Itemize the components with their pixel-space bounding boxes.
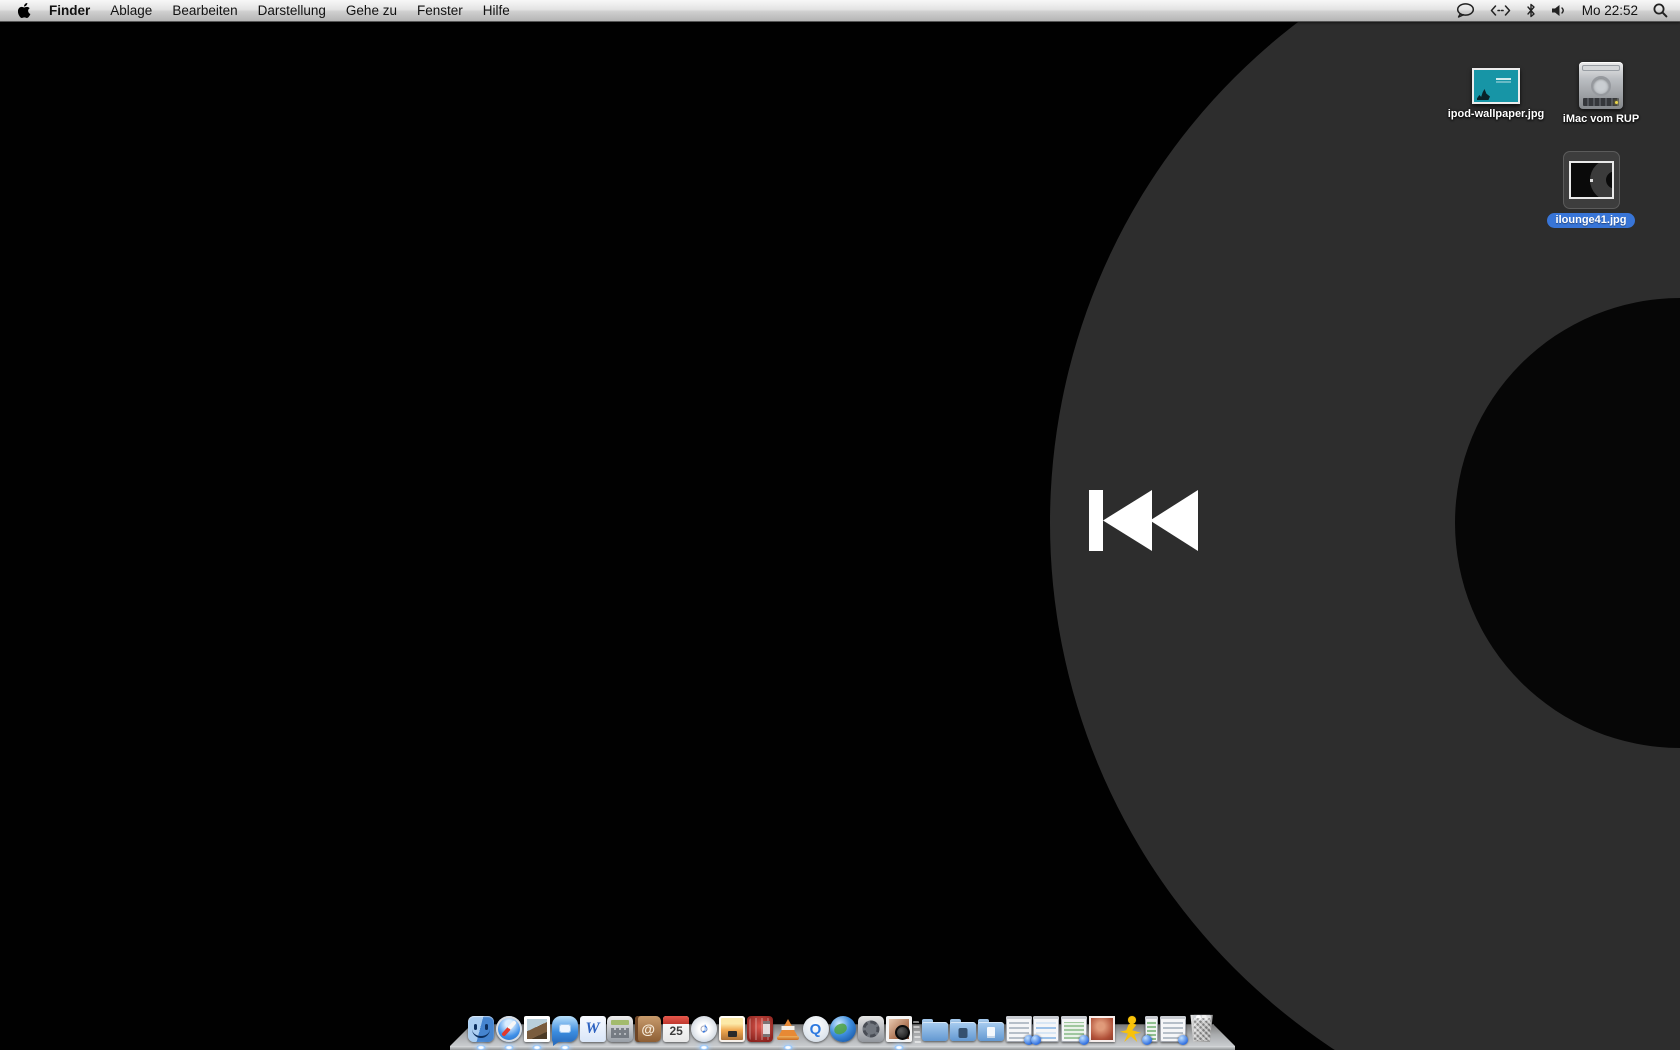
menu-item-bearbeiten[interactable]: Bearbeiten [162,0,247,22]
spotlight-icon[interactable] [1653,3,1668,18]
grab-dock-icon[interactable] [886,1016,912,1042]
icon-layer [1142,1035,1152,1045]
menu-item-ablage[interactable]: Ablage [100,0,162,22]
window-doc2-dock-icon[interactable] [1160,1016,1186,1042]
menubar-clock[interactable]: Mo 22:52 [1582,3,1638,18]
window-tall-dock-icon[interactable] [1145,1016,1158,1042]
running-indicator [560,1045,569,1050]
wallpaper-rewind-icon [1089,490,1198,551]
menu-item-finder[interactable]: Finder [39,0,100,22]
menu-bar-status-area: Mo 22:52 [1456,3,1668,19]
selection-highlight [1563,151,1620,209]
icon-layer [958,1028,967,1038]
apple-menu[interactable] [12,3,39,18]
photo-dock-icon[interactable] [1089,1016,1115,1042]
menu-item-hilfe[interactable]: Hilfe [473,0,520,22]
iphoto-dock-icon[interactable] [719,1016,745,1042]
running-indicator [504,1045,513,1050]
desktop-wallpaper [0,0,1680,1050]
icon-label: ipod-wallpaper.jpg [1448,108,1545,120]
icon-badge: 25 [663,1024,689,1038]
menu-item-gehe-zu[interactable]: Gehe zu [336,0,407,22]
window-list-dock-icon[interactable] [1061,1016,1087,1042]
ichat-dock-icon[interactable] [552,1016,578,1042]
desktop-icon-ipod-wallpaper-jpg[interactable]: ipod-wallpaper.jpg [1448,68,1544,120]
bluetooth-icon[interactable] [1526,3,1536,18]
window-chat-dock-icon[interactable] [1033,1016,1059,1042]
icon-layer [781,1026,794,1030]
running-indicator [532,1045,541,1050]
folder-dock-icon[interactable] [922,1016,948,1042]
icon-layer [987,1027,995,1038]
addressbook-dock-icon[interactable] [635,1016,661,1042]
dock-icon-row: 25 [468,1012,1216,1042]
thumbnail-text-detail [1496,78,1511,80]
apple-logo-icon [18,3,31,18]
silhouette-figure [1477,89,1490,100]
menu-list: FinderAblageBearbeitenDarstellungGehe zu… [39,0,520,22]
hard-drive-icon [1579,62,1623,109]
googleearth-dock-icon[interactable] [830,1016,856,1042]
desktop-icon-imac-vom-rup[interactable]: iMac vom RUP [1556,62,1646,125]
desktop-icon-ilounge41-jpg-selected[interactable]: ilounge41.jpg [1536,151,1646,228]
word-dock-icon[interactable] [580,1016,606,1042]
ichat-status-icon[interactable] [1456,3,1475,19]
trash-dock-icon[interactable] [1188,1014,1216,1042]
running-indicator [477,1045,486,1050]
ical-dock-icon[interactable]: 25 [663,1016,689,1042]
vlc-dock-icon[interactable] [775,1016,801,1042]
calculator-dock-icon[interactable] [607,1016,633,1042]
icon-label-selected: ilounge41.jpg [1547,213,1636,228]
folder-utilities-dock-icon[interactable] [950,1016,976,1042]
menu-bar: FinderAblageBearbeitenDarstellungGehe zu… [0,0,1680,22]
quicktime-dock-icon[interactable] [803,1016,829,1042]
dock-separator [913,1021,921,1045]
volume-icon[interactable] [1551,4,1567,17]
jpeg-thumbnail-icon [1569,161,1614,199]
running-indicator [783,1045,792,1050]
running-indicator [700,1045,709,1050]
dock: 25 [450,1004,1235,1050]
preview-dock-icon[interactable] [524,1016,550,1042]
aim-dock-icon[interactable] [1117,1016,1143,1042]
safari-dock-icon[interactable] [496,1016,522,1042]
running-indicator [895,1045,904,1050]
finder-dock-icon[interactable] [468,1016,494,1042]
folder-documents-dock-icon[interactable] [978,1016,1004,1042]
menu-item-darstellung[interactable]: Darstellung [248,0,336,22]
sysprefs-dock-icon[interactable] [858,1016,884,1042]
sync-arrows-icon[interactable] [1490,5,1511,16]
photobooth-dock-icon[interactable] [747,1016,773,1042]
itunes-dock-icon[interactable] [691,1016,717,1042]
icon-label: iMac vom RUP [1563,113,1639,125]
window-doc-dock-icon[interactable] [1006,1016,1032,1042]
menu-item-fenster[interactable]: Fenster [407,0,473,22]
jpeg-thumbnail-icon [1472,68,1520,104]
icon-layer [1178,1035,1188,1045]
